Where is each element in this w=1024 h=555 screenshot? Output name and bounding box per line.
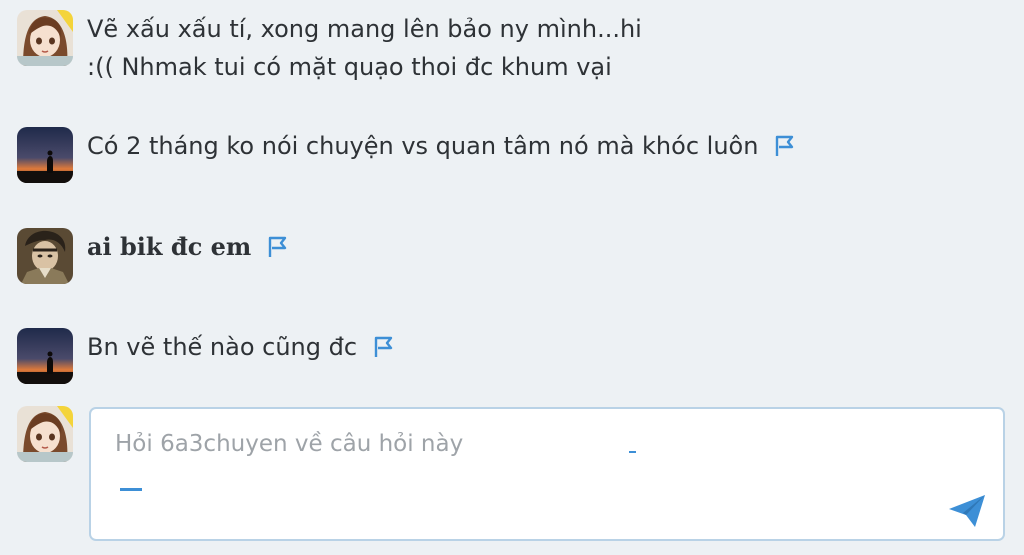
- text-cursor-mark: [120, 488, 142, 491]
- comment-body: Có 2 tháng ko nói chuyện vs quan tâm nó …: [87, 127, 796, 165]
- avatar: [17, 406, 73, 462]
- comment-item: ai bik đc em: [17, 228, 289, 284]
- comment-body: Vẽ xấu xấu tí, xong mang lên bảo ny mình…: [87, 10, 642, 86]
- comment-item: Vẽ xấu xấu tí, xong mang lên bảo ny mình…: [17, 10, 642, 86]
- comment-item: Bn vẽ thế nào cũng đc: [17, 328, 395, 384]
- comment-text: Vẽ xấu xấu tí, xong mang lên bảo ny mình…: [87, 15, 642, 43]
- text-cursor-mark: [629, 451, 636, 453]
- sunset-silhouette-icon: [17, 127, 73, 183]
- flag-icon[interactable]: [774, 134, 796, 158]
- comment-body: ai bik đc em: [87, 228, 289, 266]
- flag-icon[interactable]: [267, 235, 289, 259]
- reply-box: [89, 407, 1005, 541]
- comment-item: Có 2 tháng ko nói chuyện vs quan tâm nó …: [17, 127, 796, 183]
- comment-text: ai bik đc em: [87, 232, 252, 261]
- reply-avatar-row: [17, 406, 73, 462]
- comment-text: Có 2 tháng ko nói chuyện vs quan tâm nó …: [87, 132, 759, 160]
- avatar[interactable]: [17, 328, 73, 384]
- comment-text: Bn vẽ thế nào cũng đc: [87, 333, 358, 361]
- sunset-silhouette-icon: [17, 328, 73, 384]
- avatar[interactable]: [17, 10, 73, 66]
- reply-input[interactable]: [113, 423, 937, 465]
- anime-soldier-icon: [17, 228, 73, 284]
- flag-icon[interactable]: [373, 335, 395, 359]
- avatar[interactable]: [17, 127, 73, 183]
- comment-body: Bn vẽ thế nào cũng đc: [87, 328, 395, 366]
- avatar[interactable]: [17, 228, 73, 284]
- comment-thread: Vẽ xấu xấu tí, xong mang lên bảo ny mình…: [0, 0, 1024, 555]
- send-icon: [949, 495, 985, 527]
- send-button[interactable]: [947, 493, 987, 529]
- anime-girl-icon: [17, 10, 73, 66]
- comment-text: :(( Nhmak tui có mặt quạo thoi đc khum v…: [87, 53, 612, 81]
- anime-girl-icon: [17, 406, 73, 462]
